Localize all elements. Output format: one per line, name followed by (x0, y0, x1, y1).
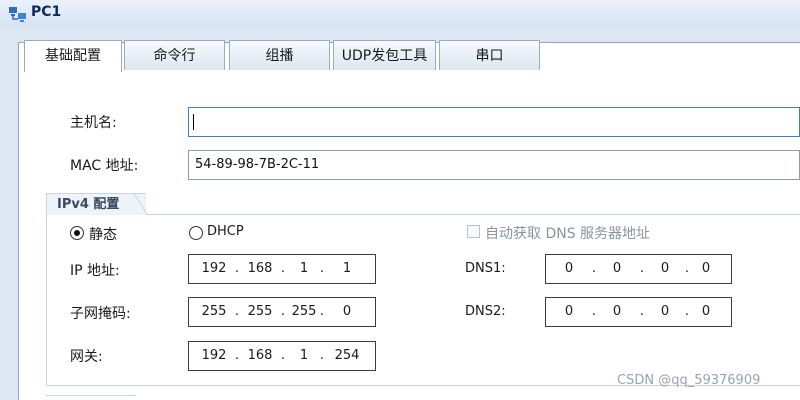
group-tab-corner (126, 193, 148, 215)
octet-separator: . (591, 261, 597, 276)
radio-selected-dot (74, 230, 80, 236)
subnet-mask-field[interactable]: 255 . 255 . 255 . 0 (188, 297, 376, 327)
static-radio-label: 静态 (89, 227, 117, 243)
ip-address-field[interactable]: 192 . 168 . 1 . 1 (188, 254, 376, 284)
ip-octet-2[interactable]: 168 (243, 261, 277, 276)
mask-octet-2[interactable]: 255 (243, 304, 277, 319)
text-caret (193, 114, 194, 130)
mac-address-label: MAC 地址: (70, 158, 139, 174)
tab-serial-port[interactable]: 串口 (439, 40, 540, 70)
dhcp-radio-button[interactable] (189, 226, 203, 240)
auto-dns-label: 自动获取 DNS 服务器地址 (485, 226, 651, 242)
octet-separator: . (319, 348, 325, 363)
tab-udp-tool[interactable]: UDP发包工具 (333, 40, 436, 70)
gateway-octet-1[interactable]: 192 (197, 348, 231, 363)
subnet-mask-label: 子网掩码: (70, 306, 131, 322)
ip-octet-3[interactable]: 1 (287, 261, 321, 276)
ip-address-label: IP 地址: (70, 263, 120, 279)
pc-network-icon (9, 7, 26, 22)
octet-separator: . (234, 348, 240, 363)
dns1-octet-3[interactable]: 0 (648, 261, 682, 276)
window-title: PC1 (31, 4, 62, 20)
mask-octet-3[interactable]: 255 (287, 304, 321, 319)
mask-octet-4[interactable]: 0 (330, 304, 364, 319)
octet-separator: . (591, 304, 597, 319)
dhcp-radio-label: DHCP (207, 224, 244, 239)
mac-address-field[interactable]: 54-89-98-7B-2C-11 (188, 150, 800, 180)
auto-dns-checkbox[interactable] (467, 225, 480, 238)
octet-separator: . (234, 261, 240, 276)
gateway-octet-2[interactable]: 168 (243, 348, 277, 363)
gateway-field[interactable]: 192 . 168 . 1 . 254 (188, 341, 376, 371)
dns2-field[interactable]: 0 . 0 . 0 . 0 (545, 297, 732, 327)
dns2-octet-3[interactable]: 0 (648, 304, 682, 319)
dns2-label: DNS2: (465, 304, 506, 319)
dns2-octet-2[interactable]: 0 (600, 304, 634, 319)
static-radio-button[interactable] (70, 226, 84, 240)
dns1-field[interactable]: 0 . 0 . 0 . 0 (545, 254, 732, 284)
title-bar: PC1 (0, 0, 800, 29)
gateway-label: 网关: (70, 349, 103, 365)
hostname-label: 主机名: (70, 115, 117, 131)
octet-separator: . (319, 304, 325, 319)
dns2-octet-1[interactable]: 0 (552, 304, 586, 319)
dns2-octet-4[interactable]: 0 (689, 304, 723, 319)
dns1-label: DNS1: (465, 261, 506, 276)
watermark: CSDN @qq_59376909 (617, 373, 761, 388)
mac-address-value: 54-89-98-7B-2C-11 (195, 157, 320, 172)
octet-separator: . (234, 304, 240, 319)
gateway-octet-3[interactable]: 1 (287, 348, 321, 363)
octet-separator: . (319, 261, 325, 276)
octet-separator: . (639, 261, 645, 276)
mask-octet-1[interactable]: 255 (197, 304, 231, 319)
gateway-octet-4[interactable]: 254 (330, 348, 364, 363)
dns1-octet-1[interactable]: 0 (552, 261, 586, 276)
tab-command-line[interactable]: 命令行 (124, 40, 225, 70)
tab-basic-config[interactable]: 基础配置 (24, 40, 122, 72)
dns1-octet-4[interactable]: 0 (689, 261, 723, 276)
hostname-field[interactable] (188, 107, 800, 137)
next-group-edge (46, 395, 136, 400)
tab-multicast[interactable]: 组播 (229, 40, 330, 70)
ip-octet-4[interactable]: 1 (330, 261, 364, 276)
octet-separator: . (639, 304, 645, 319)
dns1-octet-2[interactable]: 0 (600, 261, 634, 276)
ip-octet-1[interactable]: 192 (197, 261, 231, 276)
